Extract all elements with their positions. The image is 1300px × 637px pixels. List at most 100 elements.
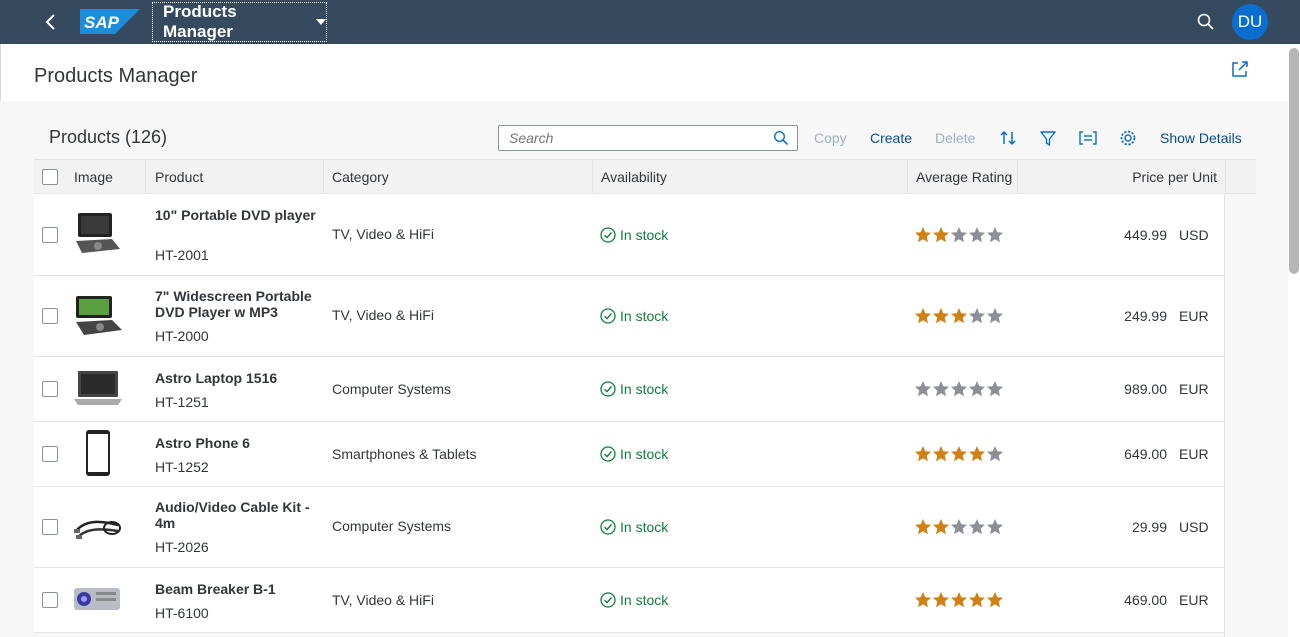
availability-status: In stock: [600, 227, 668, 243]
product-name: Beam Breaker B-1: [155, 581, 276, 597]
user-avatar[interactable]: DU: [1232, 4, 1268, 40]
star-filled-icon: [951, 592, 967, 608]
star-empty-icon: [987, 227, 1003, 243]
table-row[interactable]: Astro Laptop 1516 HT-1251 Computer Syste…: [34, 357, 1224, 422]
search-input[interactable]: [509, 126, 769, 150]
availability-status: In stock: [600, 308, 668, 324]
select-all-checkbox[interactable]: [42, 169, 58, 185]
star-filled-icon: [951, 446, 967, 462]
availability-status: In stock: [600, 519, 668, 535]
column-header-product[interactable]: Product: [147, 160, 324, 193]
column-header-category[interactable]: Category: [324, 160, 593, 193]
table-row[interactable]: Audio/Video Cable Kit - 4m HT-2026 Compu…: [34, 487, 1224, 568]
star-filled-icon: [951, 308, 967, 324]
product-name: Audio/Video Cable Kit - 4m: [155, 499, 310, 531]
product-price: 29.99: [1131, 519, 1167, 535]
table-row[interactable]: 10" Portable DVD player HT-2001 TV, Vide…: [34, 194, 1224, 276]
star-empty-icon: [969, 381, 985, 397]
search-icon[interactable]: [773, 130, 789, 146]
product-price: 989.00: [1124, 381, 1167, 397]
rating-indicator: [914, 518, 1004, 536]
rating-indicator: [914, 445, 1004, 463]
column-header-availability[interactable]: Availability: [593, 160, 908, 193]
product-price: 649.00: [1124, 446, 1167, 462]
product-name: Astro Phone 6: [155, 435, 250, 451]
copy-button[interactable]: Copy: [814, 130, 847, 146]
star-empty-icon: [987, 381, 1003, 397]
rating-indicator: [914, 380, 1004, 398]
star-empty-icon: [951, 227, 967, 243]
row-checkbox[interactable]: [42, 446, 58, 462]
star-empty-icon: [951, 519, 967, 535]
check-circle-icon: [600, 381, 616, 397]
product-category: Computer Systems: [332, 518, 452, 534]
scrollbar-thumb[interactable]: [1289, 48, 1299, 274]
product-category: TV, Video & HiFi: [332, 226, 434, 242]
star-empty-icon: [969, 519, 985, 535]
star-filled-icon: [933, 592, 949, 608]
product-name: Astro Laptop 1516: [155, 370, 278, 386]
availability-text: In stock: [620, 227, 669, 243]
column-header-price-per-unit[interactable]: Price per Unit: [1018, 160, 1226, 193]
star-empty-icon: [987, 519, 1003, 535]
laptop-icon: [74, 371, 122, 405]
shell-bar: SAP Products Manager DU: [0, 0, 1300, 44]
rating-indicator: [914, 591, 1004, 609]
check-circle-icon: [600, 592, 616, 608]
back-arrow-icon[interactable]: [40, 11, 62, 33]
row-checkbox[interactable]: [42, 519, 58, 535]
product-id: HT-1251: [155, 394, 209, 410]
row-checkbox[interactable]: [42, 381, 58, 397]
availability-text: In stock: [620, 519, 669, 535]
star-filled-icon: [915, 308, 931, 324]
table-row[interactable]: 7" Widescreen Portable DVD Player w MP3 …: [34, 276, 1224, 357]
sort-icon[interactable]: [998, 128, 1018, 148]
availability-status: In stock: [600, 446, 668, 462]
create-button[interactable]: Create: [870, 130, 912, 146]
product-name: 7" Widescreen Portable DVD Player w MP3: [155, 288, 312, 320]
availability-status: In stock: [600, 381, 668, 397]
product-currency: EUR: [1179, 381, 1209, 397]
sap-logo[interactable]: SAP: [80, 9, 140, 34]
row-checkbox[interactable]: [42, 227, 58, 243]
app-title-menu[interactable]: Products Manager: [152, 2, 327, 42]
projector-icon: [74, 588, 120, 610]
share-icon[interactable]: [1230, 59, 1250, 79]
show-details-button[interactable]: Show Details: [1160, 130, 1242, 146]
group-icon[interactable]: [1078, 128, 1098, 148]
product-currency: EUR: [1179, 592, 1209, 608]
star-filled-icon: [915, 519, 931, 535]
column-header-image[interactable]: Image: [66, 160, 146, 193]
star-filled-icon: [933, 446, 949, 462]
search-field[interactable]: [498, 125, 798, 151]
star-filled-icon: [915, 446, 931, 462]
delete-button[interactable]: Delete: [935, 130, 975, 146]
product-id: HT-6100: [155, 605, 209, 621]
page-title: Products Manager: [34, 65, 198, 87]
star-filled-icon: [915, 227, 931, 243]
star-filled-icon: [969, 592, 985, 608]
product-currency: EUR: [1179, 446, 1209, 462]
settings-gear-icon[interactable]: [1118, 128, 1138, 148]
column-divider: [1224, 194, 1225, 637]
product-price: 449.99: [1124, 227, 1167, 243]
check-circle-icon: [600, 308, 616, 324]
product-price: 469.00: [1124, 592, 1167, 608]
product-category: Computer Systems: [332, 381, 452, 397]
svg-text:SAP: SAP: [84, 13, 120, 32]
availability-text: In stock: [620, 381, 669, 397]
star-filled-icon: [969, 446, 985, 462]
row-checkbox[interactable]: [42, 308, 58, 324]
availability-text: In stock: [620, 308, 669, 324]
product-price: 249.99: [1124, 308, 1167, 324]
column-header-average-rating[interactable]: Average Rating: [908, 160, 1018, 193]
row-checkbox[interactable]: [42, 592, 58, 608]
table-row[interactable]: Beam Breaker B-1 HT-6100 TV, Video & HiF…: [34, 568, 1224, 633]
star-empty-icon: [933, 381, 949, 397]
availability-status: In stock: [600, 592, 668, 608]
star-filled-icon: [933, 519, 949, 535]
search-icon[interactable]: [1196, 12, 1216, 32]
table-row[interactable]: Astro Phone 6 HT-1252 Smartphones & Tabl…: [34, 422, 1224, 487]
product-currency: USD: [1179, 519, 1209, 535]
filter-icon[interactable]: [1038, 128, 1058, 148]
